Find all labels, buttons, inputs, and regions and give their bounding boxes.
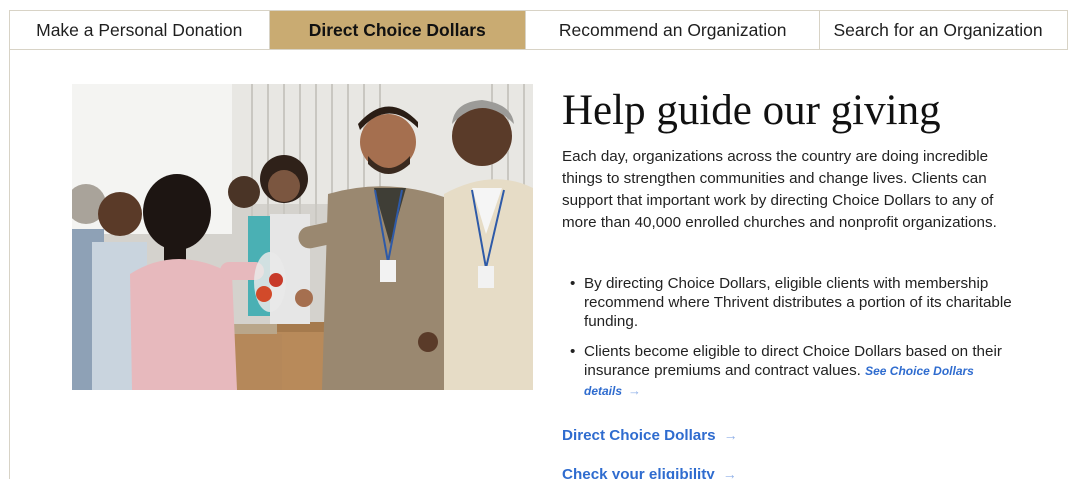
direct-choice-dollars-link[interactable]: Direct Choice Dollars → <box>562 427 738 444</box>
benefit-list: • By directing Choice Dollars, eligible … <box>568 274 1030 412</box>
tab-make-personal-donation[interactable]: Make a Personal Donation <box>10 11 270 49</box>
page-title: Help guide our giving <box>562 87 941 134</box>
intro-paragraph: Each day, organizations across the count… <box>562 148 997 231</box>
tab-recommend-organization[interactable]: Recommend an Organization <box>526 11 821 49</box>
hero-photo <box>72 84 533 390</box>
tab-direct-choice-dollars[interactable]: Direct Choice Dollars <box>269 11 527 49</box>
list-item: • By directing Choice Dollars, eligible … <box>568 274 1030 331</box>
list-item-text: By directing Choice Dollars, eligible cl… <box>584 275 1012 330</box>
arrow-right-icon: → <box>723 427 738 443</box>
bullet-icon: • <box>570 343 576 360</box>
bullet-icon: • <box>570 275 576 292</box>
tab-search-organization[interactable]: Search for an Organization <box>820 11 1067 49</box>
link-label: Direct Choice Dollars <box>562 427 716 444</box>
check-eligibility-link[interactable]: Check your eligibility → <box>562 466 737 479</box>
arrow-right-icon: → <box>628 383 642 398</box>
arrow-right-icon: → <box>722 466 737 479</box>
list-item: • Clients become eligible to direct Choi… <box>568 342 1030 401</box>
link-label: Check your eligibility <box>562 466 715 479</box>
content-left-border <box>9 50 10 479</box>
page: Make a Personal Donation Direct Choice D… <box>0 0 1068 479</box>
tab-bar: Make a Personal Donation Direct Choice D… <box>9 10 1068 50</box>
